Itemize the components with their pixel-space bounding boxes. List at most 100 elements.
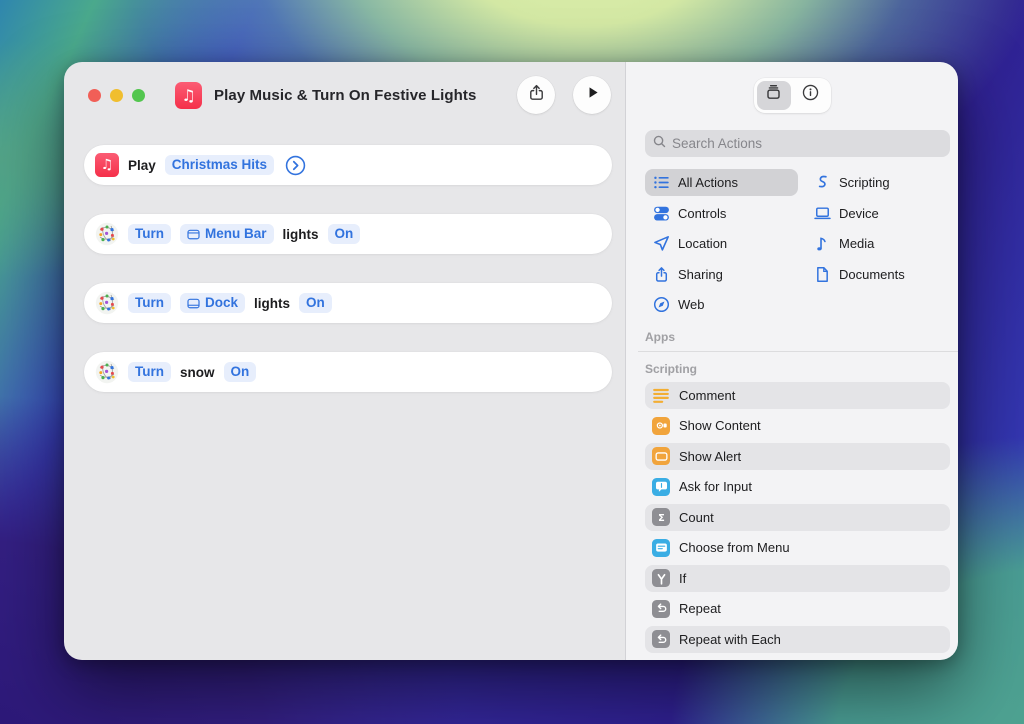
category-label: Location (678, 236, 728, 251)
close-button[interactable] (88, 88, 101, 102)
music-app-icon: ♫ (95, 153, 119, 177)
laptop-icon (814, 205, 831, 222)
note-icon (814, 235, 831, 252)
category-scripting[interactable]: Scripting (806, 169, 950, 196)
category-label: Documents (839, 266, 905, 282)
action-item-label: Comment (679, 387, 736, 403)
share-icon (527, 83, 546, 107)
play-icon (584, 84, 601, 106)
parameter-token[interactable]: On (327, 224, 361, 244)
festive-lights-app-icon (95, 222, 119, 246)
parameter-token[interactable]: Menu Bar (180, 224, 274, 244)
parameter-token[interactable]: On (299, 293, 332, 313)
action-item-label: Show Content (679, 418, 761, 433)
window-title: Play Music & Turn On Festive Lights (214, 86, 477, 104)
show-content-icon (652, 416, 670, 435)
info-icon (801, 83, 820, 107)
search-input[interactable] (672, 136, 942, 151)
share-button[interactable] (517, 76, 555, 114)
parameter-token[interactable]: Turn (128, 362, 171, 382)
category-label: Device (839, 205, 879, 221)
festive-lights-app-icon (95, 360, 119, 384)
parameter-token[interactable]: Dock (180, 293, 246, 313)
action-item-comment[interactable]: Comment (645, 381, 950, 409)
workflow-action-row[interactable]: ♫ Play Christmas Hits (84, 145, 612, 185)
choose-menu-icon (652, 538, 670, 557)
category-device[interactable]: Device (806, 200, 950, 227)
category-all-actions[interactable]: All Actions (645, 169, 798, 196)
category-grid: All Actions Controls Location Sharing Web Sc… (645, 169, 950, 322)
category-column-right: Scripting Device Media Documents (806, 169, 950, 322)
action-item-label: Count (679, 509, 714, 525)
traffic-lights (88, 88, 145, 102)
minimize-button[interactable] (110, 88, 123, 102)
location-icon (653, 235, 670, 252)
count-icon: Σ (652, 508, 670, 526)
comment-icon (652, 386, 670, 404)
workflow-actions: ♫ Play Christmas Hits Turn Menu Bar lights On… (64, 128, 625, 392)
action-library-tab[interactable] (756, 80, 791, 110)
parameter-token[interactable]: Christmas Hits (164, 155, 275, 175)
action-item-show-alert[interactable]: Show Alert (645, 442, 950, 470)
doc-icon (814, 266, 831, 283)
section-divider (638, 350, 958, 352)
category-sharing[interactable]: Sharing (645, 261, 798, 288)
shortcut-details-tab[interactable] (794, 81, 828, 110)
category-label: Media (839, 236, 875, 251)
repeat-each-icon (652, 630, 670, 648)
shortcut-editor-panel: ♫ Play Music & Turn On Festive Lights ♫ … (64, 62, 625, 660)
library-mode-segmented-control (753, 77, 831, 113)
action-item-label: If (679, 570, 687, 586)
category-media[interactable]: Media (806, 230, 950, 257)
action-item-ask-for-input[interactable]: Ask for Input (645, 473, 950, 500)
action-item-repeat[interactable]: Repeat (645, 595, 950, 622)
apps-section-label: Apps (645, 329, 675, 344)
svg-text:Σ: Σ (658, 512, 665, 523)
action-text: Play (128, 157, 156, 173)
category-web[interactable]: Web (645, 291, 798, 318)
list-icon (653, 174, 670, 191)
action-text: lights (254, 295, 291, 311)
action-text: snow (180, 364, 215, 380)
action-item[interactable] (645, 656, 950, 660)
category-documents[interactable]: Documents (806, 261, 950, 288)
action-item-label: Show Alert (679, 448, 742, 464)
category-label: Controls (678, 205, 727, 221)
run-shortcut-button[interactable] (573, 76, 611, 114)
zoom-button[interactable] (132, 88, 145, 102)
expand-chevron-button[interactable] (285, 155, 306, 176)
share-icon (653, 266, 670, 283)
festive-lights-app-icon (95, 291, 119, 315)
toggle-icon (653, 205, 670, 222)
action-item-count[interactable]: Σ Count (645, 503, 950, 531)
action-item-label: Repeat with Each (679, 631, 781, 647)
action-item-repeat-with-each[interactable]: Repeat with Each (645, 625, 950, 653)
music-app-icon: ♫ (175, 81, 202, 109)
search-actions-field[interactable] (645, 130, 950, 157)
library-toolbar (626, 62, 958, 128)
parameter-token[interactable]: Turn (128, 224, 171, 244)
parameter-token[interactable]: Turn (128, 293, 171, 313)
action-item-if[interactable]: If (645, 564, 950, 592)
parameter-token[interactable]: On (223, 362, 257, 382)
workflow-action-row[interactable]: Turn snow On (84, 352, 612, 392)
category-label: Scripting (839, 175, 890, 190)
action-item-show-content[interactable]: Show Content (645, 412, 950, 439)
action-library-panel: All Actions Controls Location Sharing Web Sc… (625, 62, 958, 660)
dock-icon (187, 298, 200, 309)
if-icon (652, 569, 670, 587)
category-label: Web (678, 297, 705, 312)
workflow-action-row[interactable]: Turn Dock lights On (84, 283, 612, 323)
shortcuts-window: ♫ Play Music & Turn On Festive Lights ♫ … (64, 62, 958, 660)
desktop-wallpaper: ♫ Play Music & Turn On Festive Lights ♫ … (0, 0, 1024, 724)
show-alert-icon (652, 447, 670, 465)
repeat-icon (652, 599, 670, 618)
category-controls[interactable]: Controls (645, 200, 798, 227)
action-item-choose-from-menu[interactable]: Choose from Menu (645, 534, 950, 561)
workflow-action-row[interactable]: Turn Menu Bar lights On (84, 214, 612, 254)
scripting-group-label: Scripting (645, 361, 698, 376)
search-icon (653, 135, 666, 153)
titlebar: ♫ Play Music & Turn On Festive Lights (64, 62, 625, 128)
action-item-label: Ask for Input (679, 479, 752, 494)
category-location[interactable]: Location (645, 230, 798, 257)
